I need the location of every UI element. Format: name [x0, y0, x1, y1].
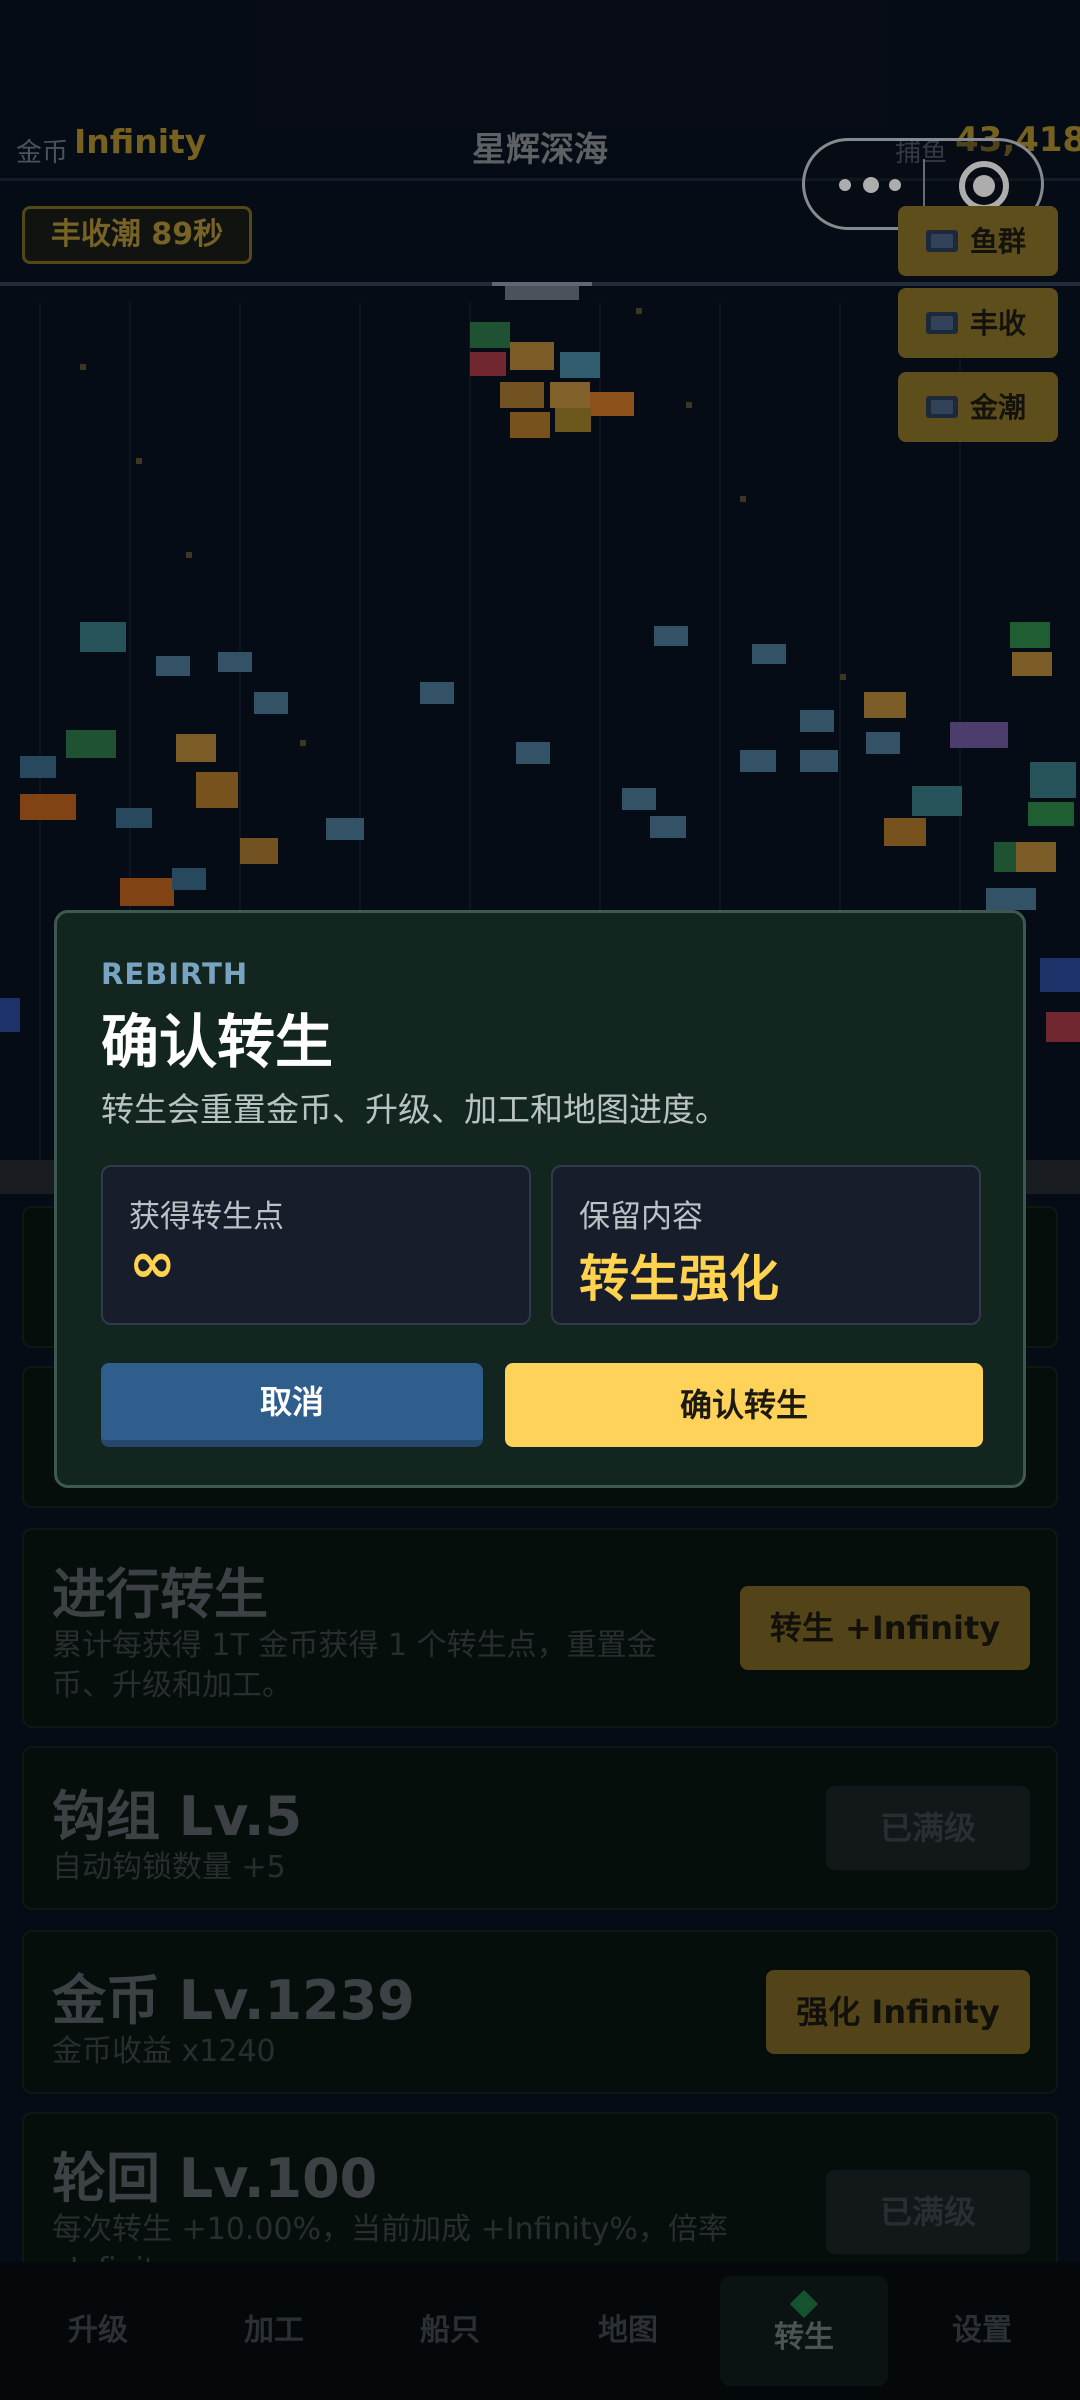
confirm-rebirth-button[interactable]: 确认转生: [505, 1363, 983, 1447]
points-value: ∞: [129, 1231, 176, 1296]
dialog-title: 确认转生: [101, 1008, 334, 1076]
rebirth-points-box: 获得转生点 ∞: [101, 1165, 531, 1325]
dialog-kicker: REBIRTH: [101, 957, 249, 991]
dialog-description: 转生会重置金币、升级、加工和地图进度。: [101, 1090, 728, 1129]
keep-value: 转生强化: [579, 1250, 779, 1308]
points-label: 获得转生点: [129, 1199, 284, 1235]
app-screen: 金币 Infinity 星辉深海 捕鱼 43,418 丰收潮 89秒 鱼群 丰收…: [0, 0, 1080, 2400]
cancel-button[interactable]: 取消: [101, 1363, 483, 1447]
keep-label: 保留内容: [579, 1199, 703, 1235]
kept-content-box: 保留内容 转生强化: [551, 1165, 981, 1325]
rebirth-confirm-dialog: REBIRTH 确认转生 转生会重置金币、升级、加工和地图进度。 获得转生点 ∞…: [54, 910, 1026, 1488]
